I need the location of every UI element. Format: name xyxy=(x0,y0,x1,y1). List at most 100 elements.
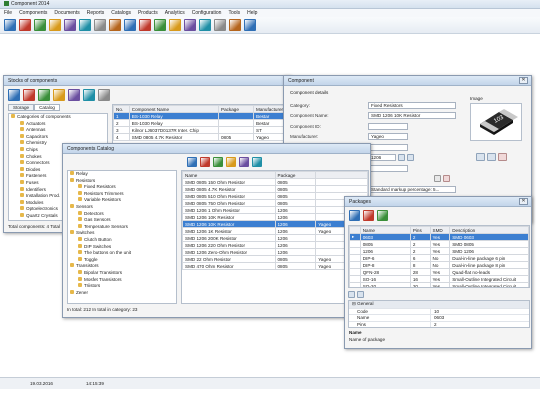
table-row[interactable]: QFN-28 28 Yes Quad-flat no-leads xyxy=(349,268,529,276)
tree-item[interactable]: Toggle xyxy=(70,256,176,264)
packages-tool-icon-2[interactable] xyxy=(363,209,374,221)
table-row[interactable]: ▸ 0603 2 Yes SMD 0603 xyxy=(349,233,529,241)
table-row[interactable]: SO-20 20 Yes Small-Outline Integrated Circu… xyxy=(349,282,529,287)
stocks-tool-icon-4[interactable] xyxy=(53,89,65,101)
tree-item[interactable]: The buttons on the unit xyxy=(70,250,176,257)
close-icon[interactable]: ✕ xyxy=(519,77,528,84)
table-row[interactable]: SO-16 16 Yes Small-Outline Integrated Circu… xyxy=(349,275,529,283)
table-row[interactable]: SMD 1206 1 Ohm Resistor 1206 xyxy=(182,206,368,214)
table-row[interactable]: 2 BS-1030 Relay Bestar xyxy=(113,119,289,127)
toolbar-icon-10[interactable] xyxy=(139,19,151,31)
tab-catalog[interactable]: Catalog xyxy=(34,104,60,111)
menu-item-help[interactable]: Help xyxy=(247,10,257,16)
packages-tool-icon-1[interactable] xyxy=(349,209,360,221)
table-row[interactable]: SMD 0805 4.7K Resistor 0805 xyxy=(182,185,368,193)
table-row[interactable]: DIP-6 6 No Dual-in-line package 6 pin xyxy=(349,254,529,262)
field-value[interactable] xyxy=(368,164,408,172)
tree-item[interactable]: Antennas xyxy=(11,127,107,134)
column-header[interactable]: No. xyxy=(113,105,130,113)
menu-item-file[interactable]: File xyxy=(4,10,12,16)
catalog-tool-icon-5[interactable] xyxy=(239,157,249,167)
tree-item[interactable]: Capacitors xyxy=(11,133,107,141)
menu-item-reports[interactable]: Reports xyxy=(87,10,105,16)
tree-item[interactable]: Bipolar Transistors xyxy=(70,269,176,277)
column-header[interactable]: Pins xyxy=(409,226,431,234)
delete-icon[interactable] xyxy=(498,153,507,161)
toolbar-icon-9[interactable] xyxy=(124,19,136,31)
tree-item[interactable]: Clutch Button xyxy=(70,236,176,244)
stocks-tool-icon-7[interactable] xyxy=(98,89,110,101)
tree-item[interactable]: Mosfet Transistors xyxy=(70,276,176,284)
stocks-tool-icon-1[interactable] xyxy=(8,89,20,101)
toolbar-icon-7[interactable] xyxy=(94,19,106,31)
toolbar-icon-3[interactable] xyxy=(34,19,46,31)
menu-item-configuration[interactable]: Configuration xyxy=(192,10,222,16)
table-row[interactable]: SMD 1206 220 Ohm Resistor 1206 xyxy=(182,241,368,249)
toolbar-icon-13[interactable] xyxy=(184,19,196,31)
field-value[interactable]: 1206 xyxy=(368,154,396,162)
tree-item[interactable]: Detectors xyxy=(70,210,176,218)
stocks-tool-icon-6[interactable] xyxy=(83,89,95,101)
property-row[interactable]: Code 10 xyxy=(349,307,529,314)
tree-item[interactable]: Switches xyxy=(70,230,176,237)
table-row[interactable]: 3 Kilnor LJ6037D0137R Inter. Chip ST xyxy=(113,126,289,134)
tree-item[interactable]: Categories of components xyxy=(11,114,107,121)
toolbar-icon-15[interactable] xyxy=(214,19,226,31)
zoom-icon[interactable] xyxy=(476,153,485,161)
table-row[interactable]: SMD 1206 10K Resistor 1206 Yageo xyxy=(182,220,368,228)
table-row[interactable]: SMD 0805 150 Ohm Resistor 0805 xyxy=(182,178,368,186)
property-row[interactable]: Pins 2 xyxy=(349,320,529,327)
table-row[interactable]: DIP-8 8 No Dual-in-line package 8 pin xyxy=(349,261,529,269)
column-header[interactable]: Name xyxy=(182,171,276,179)
column-header[interactable] xyxy=(315,171,368,179)
property-row[interactable]: Name 0603 xyxy=(349,314,529,321)
sort-icon[interactable] xyxy=(348,291,355,298)
edit-icon[interactable] xyxy=(407,154,414,162)
stocks-tool-icon-5[interactable] xyxy=(68,89,80,101)
tree-item[interactable]: Relay xyxy=(70,171,176,178)
toolbar-icon-17[interactable] xyxy=(244,19,256,31)
column-header[interactable]: Component Name xyxy=(128,105,220,113)
delete-icon[interactable] xyxy=(443,175,450,183)
tree-item[interactable]: Actuators xyxy=(11,120,107,128)
menu-item-products[interactable]: Products xyxy=(138,10,158,16)
toolbar-icon-4[interactable] xyxy=(49,19,61,31)
tree-item[interactable]: Zener xyxy=(70,289,176,297)
field-value[interactable]: Fixed Resistors xyxy=(368,101,456,109)
clear-icon[interactable] xyxy=(434,175,441,183)
field-value[interactable] xyxy=(368,143,408,151)
catalog-tool-icon-4[interactable] xyxy=(226,157,236,167)
toolbar-icon-6[interactable] xyxy=(79,19,91,31)
column-header[interactable]: SMD xyxy=(429,226,451,234)
catalog-tool-icon-6[interactable] xyxy=(252,157,262,167)
table-row[interactable]: 1206 2 Yes SMD 1206 xyxy=(349,247,529,255)
folder-open-icon[interactable] xyxy=(487,153,496,161)
tree-item[interactable]: Variable Resistors xyxy=(70,197,176,204)
toolbar-icon-12[interactable] xyxy=(169,19,181,31)
table-row[interactable]: SMD 1206 1K Resistor 1206 Yageo xyxy=(182,227,368,235)
stocks-tool-icon-3[interactable] xyxy=(38,89,50,101)
toolbar-icon-14[interactable] xyxy=(199,19,211,31)
tree-item[interactable]: DIP Switches xyxy=(70,243,176,251)
table-row[interactable]: SMD 1206 10K Resistor 1206 xyxy=(182,213,368,221)
menu-item-catalogs[interactable]: Catalogs xyxy=(111,10,131,16)
tree-item[interactable]: Sensors xyxy=(70,203,176,211)
catalog-tool-icon-2[interactable] xyxy=(200,157,210,167)
tree-item[interactable]: Temperature Sensors xyxy=(70,223,176,231)
tree-item[interactable]: Gas Sensors xyxy=(70,217,176,224)
toolbar-icon-1[interactable] xyxy=(4,19,16,31)
field-value[interactable]: Yageo xyxy=(368,133,408,141)
table-row[interactable]: 0805 2 Yes SMD 0805 xyxy=(349,240,529,248)
table-row[interactable]: SMD 22 Ohm Resistor 0805 Yageo xyxy=(182,255,368,263)
menu-item-documents[interactable]: Documents xyxy=(54,10,79,16)
table-row[interactable]: SMD 470 Ohm Resistor 0805 Yageo xyxy=(182,262,368,270)
field-value[interactable]: Standard markup percentage: 5... xyxy=(368,185,456,193)
column-header[interactable]: Description xyxy=(449,226,529,234)
tab-storage[interactable]: Storage xyxy=(8,104,35,111)
toolbar-icon-11[interactable] xyxy=(154,19,166,31)
table-row[interactable]: SMD 0805 750 Ohm Resistor 0805 xyxy=(182,199,368,207)
catalog-category-tree[interactable]: Relay Resistors Fixed Resistors Resistors T… xyxy=(67,170,177,304)
toolbar-icon-8[interactable] xyxy=(109,19,121,31)
table-row[interactable]: 1 BS-1030 Relay Bestar xyxy=(113,112,289,120)
tree-item[interactable]: Transistors xyxy=(70,263,176,270)
